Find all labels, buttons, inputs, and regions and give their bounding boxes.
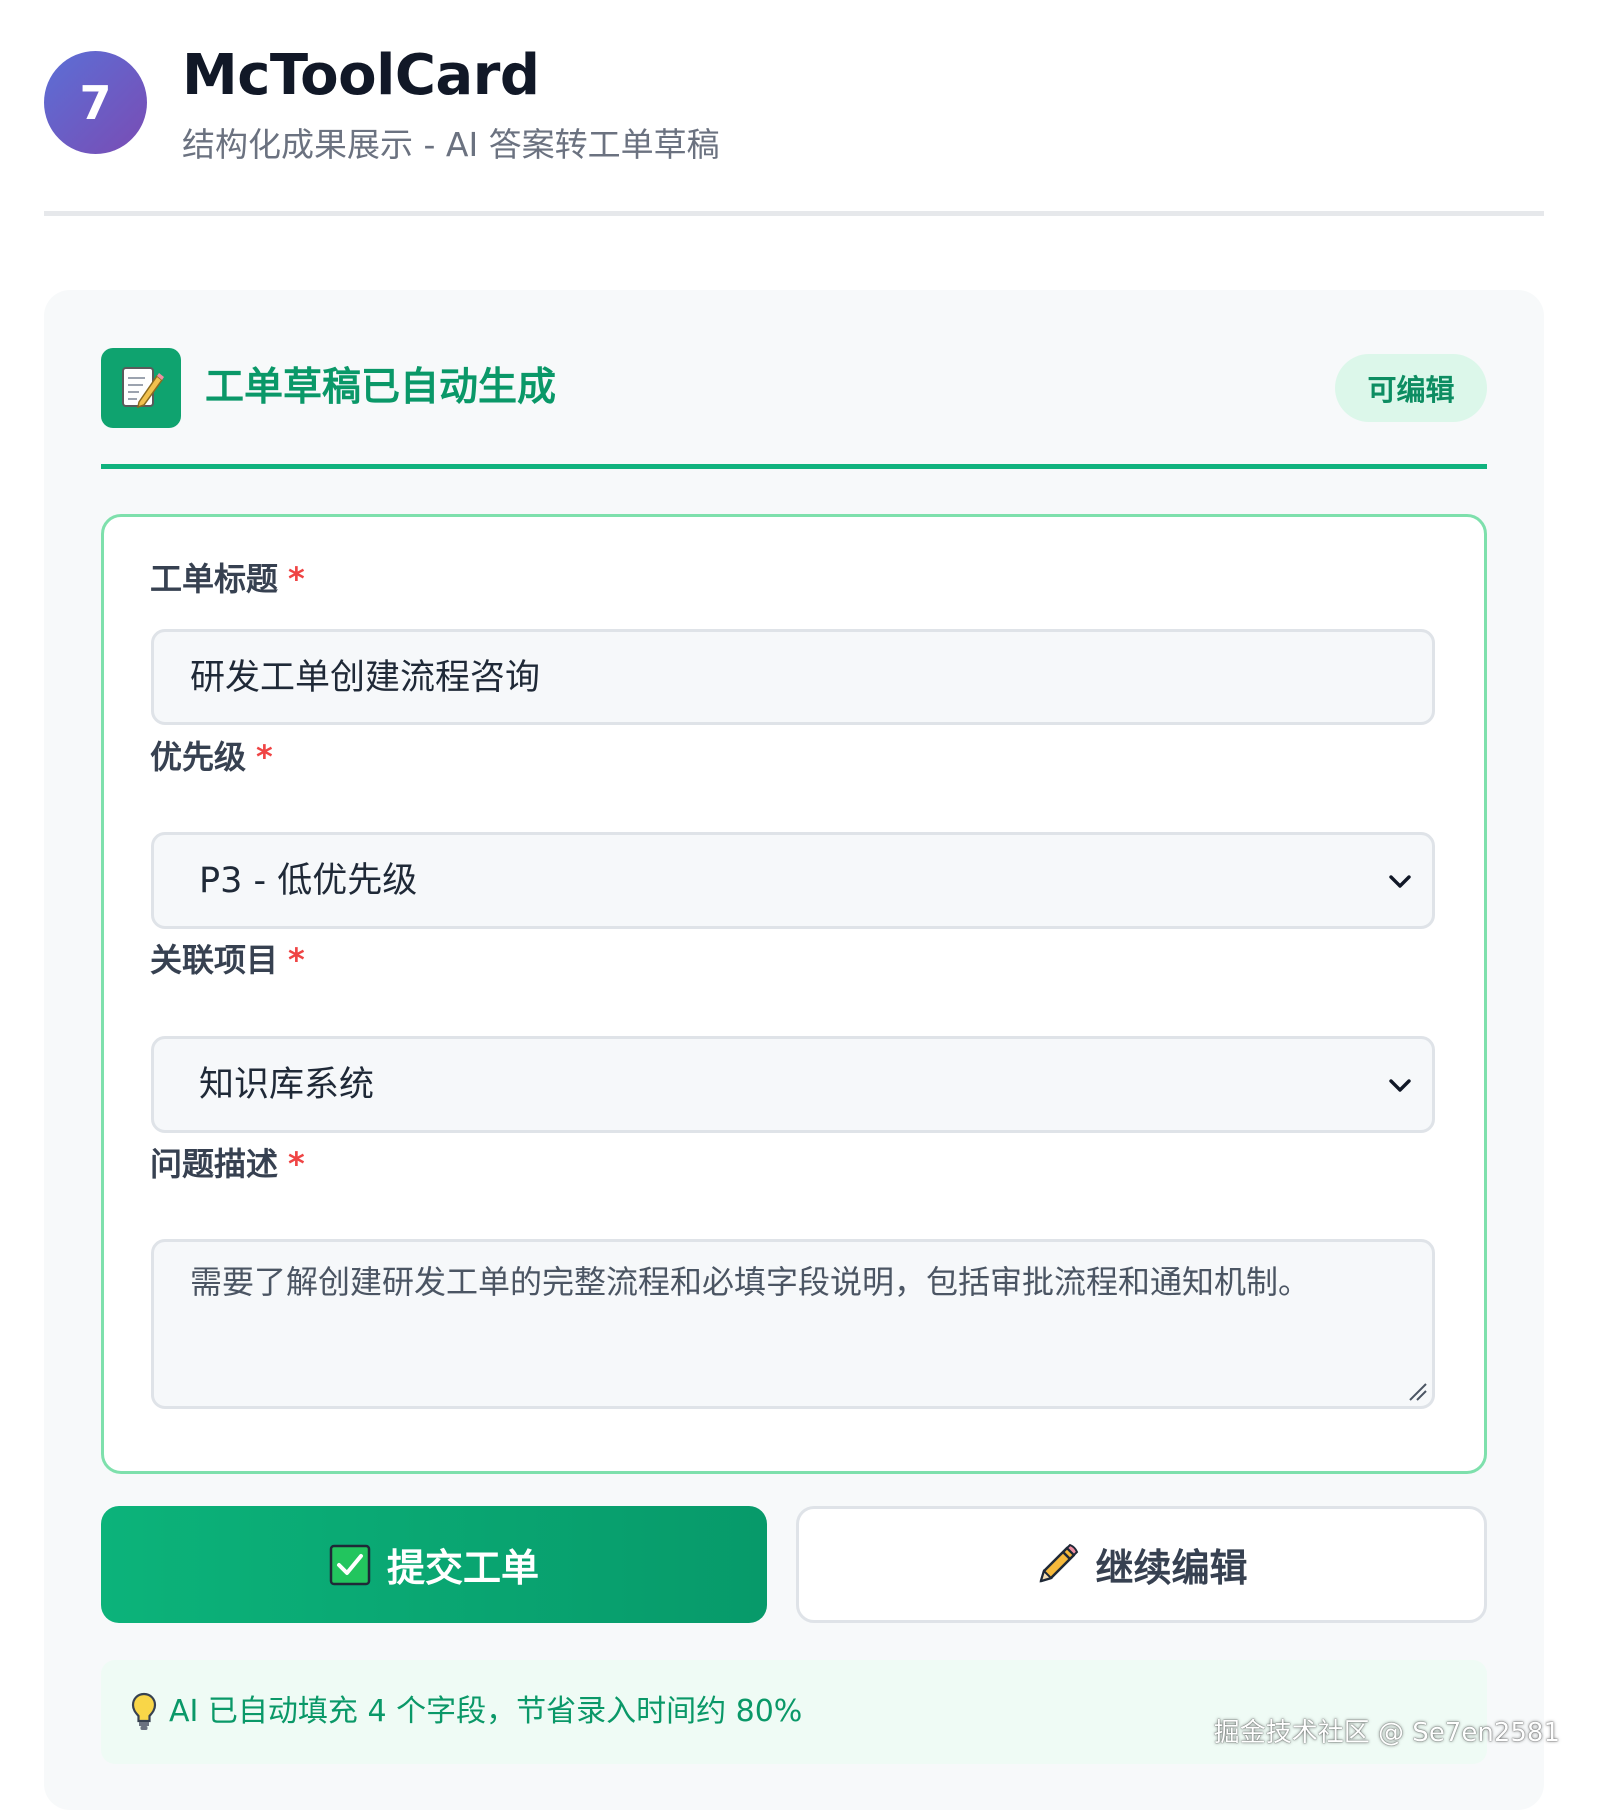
field-label-description: 问题描述 * [150,1142,305,1186]
ticket-draft-card: 工单草稿已自动生成 可编辑 工单标题 * 研发工单创建流程咨询 优先级 * P3 -… [44,290,1544,1810]
field-label-text: 优先级 [150,738,247,776]
field-label-priority: 优先级 * [150,735,273,779]
submit-ticket-button[interactable]: 提交工单 [101,1506,767,1623]
project-select[interactable]: 知识库系统 [151,1036,1435,1133]
check-box-icon [329,1544,371,1586]
field-label-project: 关联项目 * [150,938,305,982]
lightbulb-icon [131,1692,157,1730]
card-header: 工单草稿已自动生成 可编辑 [101,348,1487,469]
autofill-hint-text: AI 已自动填充 4 个字段，节省录入时间约 80% [169,1694,803,1729]
project-value: 知识库系统 [199,1065,375,1105]
description-textarea[interactable]: 需要了解创建研发工单的完整流程和必填字段说明，包括审批流程和通知机制。 [151,1239,1435,1409]
submit-ticket-label: 提交工单 [386,1546,539,1590]
pencil-icon [1035,1543,1079,1587]
continue-edit-label: 继续编辑 [1095,1546,1248,1590]
continue-edit-button[interactable]: 继续编辑 [796,1506,1487,1623]
required-mark: * [288,1145,305,1183]
app-title: McToolCard [182,43,540,108]
required-mark: * [256,738,273,776]
ticket-title-value: 研发工单创建流程咨询 [190,658,541,698]
field-label-text: 关联项目 [150,941,279,979]
required-mark: * [288,560,305,598]
field-label-text: 工单标题 [150,560,279,598]
priority-value: P3 - 低优先级 [199,861,418,901]
step-number-badge: 7 [44,51,147,154]
chevron-down-icon [1389,1079,1411,1092]
priority-select[interactable]: P3 - 低优先级 [151,832,1435,929]
field-label-text: 问题描述 [150,1145,279,1183]
ticket-form: 工单标题 * 研发工单创建流程咨询 优先级 * P3 - 低优先级 关联项目 * 知识… [101,514,1487,1474]
memo-icon [101,348,181,428]
chevron-down-icon [1389,875,1411,888]
editable-badge: 可编辑 [1335,354,1487,422]
required-mark: * [288,941,305,979]
watermark: 掘金技术社区 @ Se7en2581 [1213,1718,1560,1748]
app-subtitle: 结构化成果展示 - AI 答案转工单草稿 [182,125,720,164]
ticket-title-input[interactable]: 研发工单创建流程咨询 [151,629,1435,725]
resize-handle-icon[interactable] [1406,1380,1428,1402]
card-title: 工单草稿已自动生成 [205,365,557,410]
description-value: 需要了解创建研发工单的完整流程和必填字段说明，包括审批流程和通知机制。 [190,1263,1311,1301]
page-header: 7 McToolCard 结构化成果展示 - AI 答案转工单草稿 [44,40,1544,216]
field-label-title: 工单标题 * [150,557,305,601]
